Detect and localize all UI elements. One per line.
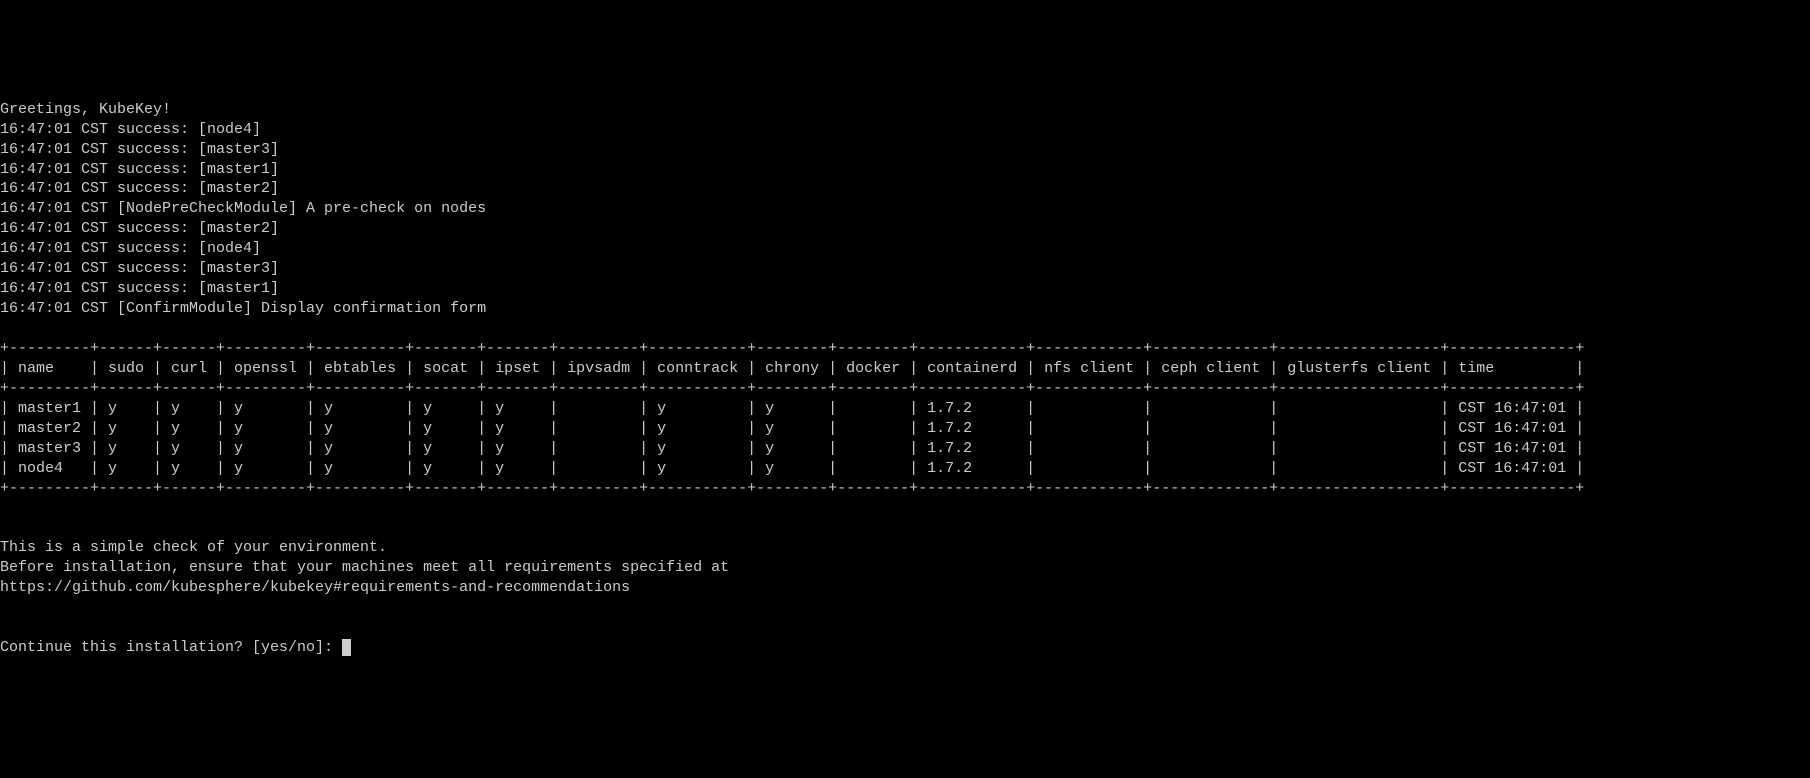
log-line: 16:47:01 CST success: [master3] (0, 140, 1810, 160)
table-row: | master1 | y | y | y | y | y | y | | y … (0, 399, 1810, 419)
table-border: +---------+------+------+---------+-----… (0, 339, 1810, 359)
log-line: Greetings, KubeKey! (0, 100, 1810, 120)
log-lines-container: Greetings, KubeKey!16:47:01 CST success:… (0, 100, 1810, 319)
table-row: | master2 | y | y | y | y | y | y | | y … (0, 419, 1810, 439)
log-line: 16:47:01 CST success: [master2] (0, 219, 1810, 239)
table-header: | name | sudo | curl | openssl | ebtable… (0, 359, 1810, 379)
log-line: 16:47:01 CST [ConfirmModule] Display con… (0, 299, 1810, 319)
cursor (342, 639, 351, 656)
log-line: 16:47:01 CST success: [node4] (0, 120, 1810, 140)
table-row: | node4 | y | y | y | y | y | y | | y | … (0, 459, 1810, 479)
log-line: 16:47:01 CST success: [master2] (0, 179, 1810, 199)
table-border: +---------+------+------+---------+-----… (0, 379, 1810, 399)
log-line: 16:47:01 CST success: [node4] (0, 239, 1810, 259)
log-line: 16:47:01 CST success: [master3] (0, 259, 1810, 279)
info-line: https://github.com/kubesphere/kubekey#re… (0, 578, 1810, 598)
table-border: +---------+------+------+---------+-----… (0, 479, 1810, 499)
terminal-output: Greetings, KubeKey!16:47:01 CST success:… (0, 80, 1810, 678)
info-line (0, 518, 1810, 538)
info-line: Before installation, ensure that your ma… (0, 558, 1810, 578)
info-line: This is a simple check of your environme… (0, 538, 1810, 558)
info-line (0, 598, 1810, 618)
log-line: 16:47:01 CST success: [master1] (0, 279, 1810, 299)
prompt-text: Continue this installation? [yes/no]: (0, 639, 342, 656)
precheck-table: +---------+------+------+---------+-----… (0, 339, 1810, 499)
log-line: 16:47:01 CST [NodePreCheckModule] A pre-… (0, 199, 1810, 219)
info-lines-container: This is a simple check of your environme… (0, 518, 1810, 618)
log-line: 16:47:01 CST success: [master1] (0, 160, 1810, 180)
confirmation-prompt[interactable]: Continue this installation? [yes/no]: (0, 638, 1810, 658)
table-row: | master3 | y | y | y | y | y | y | | y … (0, 439, 1810, 459)
